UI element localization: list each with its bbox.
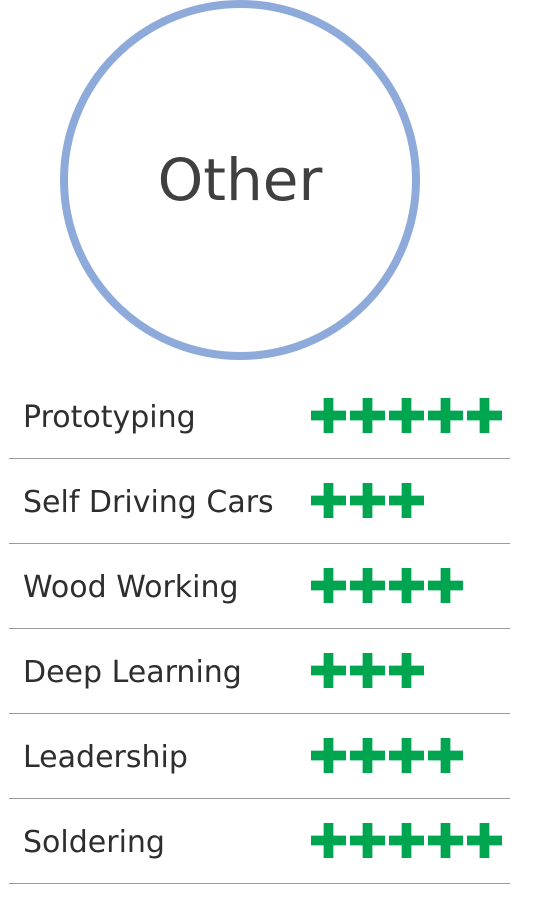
plus-icon — [350, 823, 385, 858]
plus-icon — [389, 568, 424, 603]
plus-icon — [350, 483, 385, 518]
skill-rating — [311, 823, 502, 859]
skill-label: Self Driving Cars — [23, 485, 274, 520]
section-title: Other — [157, 146, 323, 214]
plus-icon — [311, 398, 346, 433]
title-circle: Other — [60, 0, 420, 360]
skill-row: Wood Working — [9, 544, 510, 629]
plus-icon — [428, 823, 463, 858]
skill-rating — [311, 568, 463, 604]
plus-icon — [350, 653, 385, 688]
skill-label: Soldering — [23, 825, 165, 860]
plus-icon — [428, 568, 463, 603]
skill-label: Prototyping — [23, 400, 196, 435]
plus-icon — [311, 823, 346, 858]
plus-icon — [467, 398, 502, 433]
skill-rating — [311, 738, 463, 774]
plus-icon — [311, 568, 346, 603]
skill-label: Deep Learning — [23, 655, 242, 690]
skill-row: Self Driving Cars — [9, 459, 510, 544]
plus-icon — [350, 398, 385, 433]
skill-row: Prototyping — [9, 374, 510, 459]
plus-icon — [389, 483, 424, 518]
plus-icon — [467, 823, 502, 858]
skill-rating — [311, 483, 424, 519]
plus-icon — [311, 483, 346, 518]
skill-rating — [311, 653, 424, 689]
skill-row: Deep Learning — [9, 629, 510, 714]
skill-label: Leadership — [23, 740, 188, 775]
plus-icon — [350, 568, 385, 603]
plus-icon — [389, 823, 424, 858]
skill-rating — [311, 398, 502, 434]
skill-row: Soldering — [9, 799, 510, 884]
plus-icon — [311, 653, 346, 688]
skills-list: Prototyping Self Driving Cars Wood Worki… — [9, 374, 510, 884]
plus-icon — [389, 738, 424, 773]
plus-icon — [428, 398, 463, 433]
plus-icon — [350, 738, 385, 773]
skill-row: Leadership — [9, 714, 510, 799]
plus-icon — [428, 738, 463, 773]
plus-icon — [311, 738, 346, 773]
skill-label: Wood Working — [23, 570, 239, 605]
plus-icon — [389, 653, 424, 688]
plus-icon — [389, 398, 424, 433]
